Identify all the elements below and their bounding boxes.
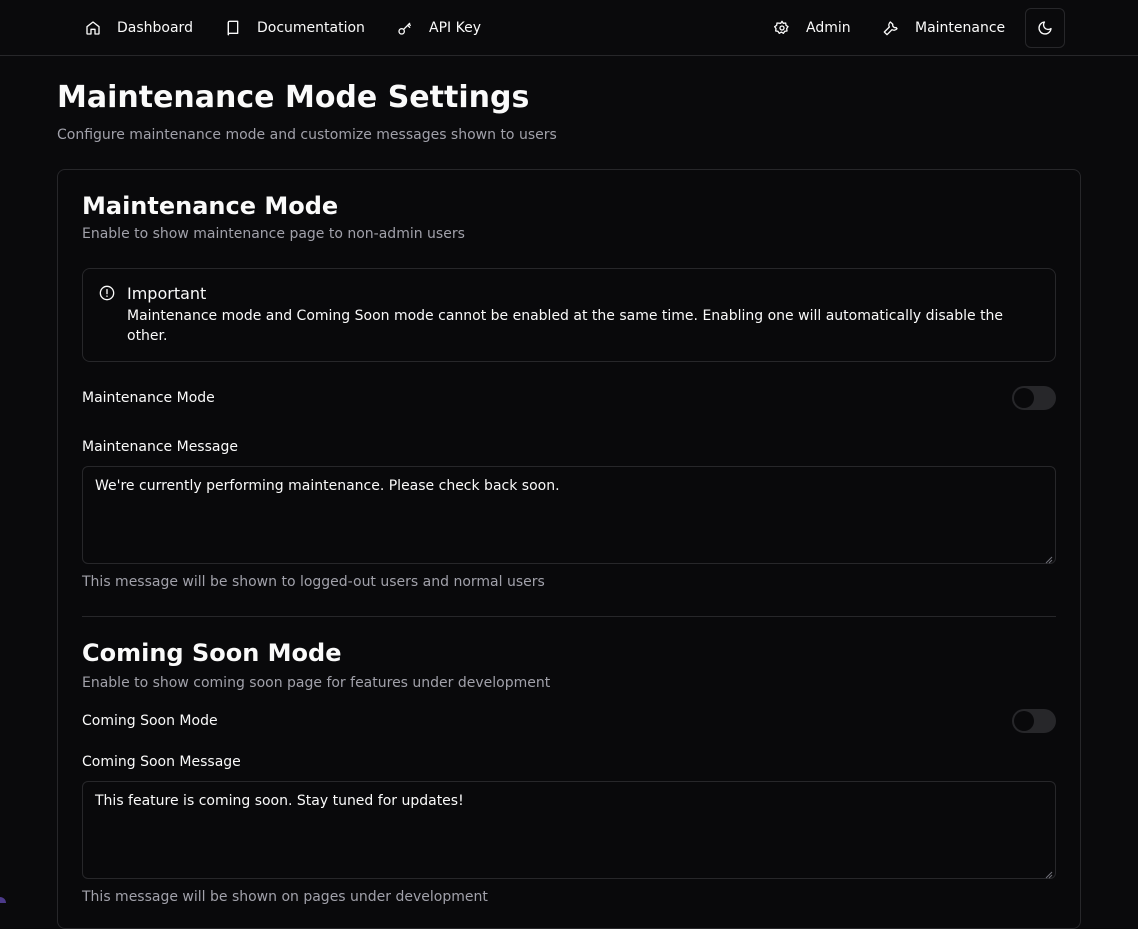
maintenance-section-subtitle: Enable to show maintenance page to non-a…: [82, 226, 465, 242]
important-alert: Important Maintenance mode and Coming So…: [82, 268, 1056, 362]
gear-icon: [774, 20, 790, 36]
moon-icon: [1037, 20, 1053, 36]
alert-description: Maintenance mode and Coming Soon mode ca…: [127, 308, 1004, 344]
maintenance-mode-label: Maintenance Mode: [82, 390, 215, 406]
theme-toggle-button[interactable]: [1025, 8, 1065, 48]
coming-soon-message-help: This message will be shown on pages unde…: [82, 889, 488, 905]
maintenance-mode-switch[interactable]: [1012, 386, 1056, 410]
coming-soon-message-textarea[interactable]: This feature is coming soon. Stay tuned …: [82, 781, 1056, 879]
top-navigation: Dashboard Documentation API Key Admin Ma…: [0, 0, 1138, 56]
resize-grip-icon[interactable]: [1043, 551, 1053, 564]
nav-admin-label: Admin: [806, 20, 851, 36]
key-icon: [397, 20, 413, 36]
nav-maintenance[interactable]: Maintenance: [883, 0, 1005, 56]
maintenance-message-help: This message will be shown to logged-out…: [82, 574, 545, 590]
nav-maintenance-label: Maintenance: [915, 20, 1006, 36]
switch-knob: [1014, 711, 1034, 731]
home-icon: [85, 20, 101, 36]
section-divider: [82, 616, 1056, 617]
coming-soon-message-label: Coming Soon Message: [82, 754, 241, 770]
book-icon: [225, 20, 241, 36]
nav-dashboard[interactable]: Dashboard: [85, 0, 193, 56]
nav-admin[interactable]: Admin: [774, 0, 851, 56]
maintenance-section-title: Maintenance Mode: [82, 192, 339, 220]
alert-title: Important: [127, 284, 207, 303]
maintenance-message-value: We're currently performing maintenance. …: [95, 478, 560, 494]
coming-soon-message-value: This feature is coming soon. Stay tuned …: [95, 793, 464, 809]
nav-dashboard-label: Dashboard: [117, 20, 193, 36]
page-title: Maintenance Mode Settings: [57, 80, 530, 115]
nav-api-key-label: API Key: [429, 20, 481, 36]
alert-circle-icon: [99, 285, 115, 301]
coming-soon-section-title: Coming Soon Mode: [82, 639, 342, 667]
maintenance-message-label: Maintenance Message: [82, 439, 238, 455]
page-subtitle: Configure maintenance mode and customize…: [57, 127, 557, 143]
coming-soon-section-subtitle: Enable to show coming soon page for feat…: [82, 675, 551, 691]
corner-decoration: [0, 897, 6, 903]
coming-soon-mode-switch[interactable]: [1012, 709, 1056, 733]
coming-soon-mode-label: Coming Soon Mode: [82, 713, 218, 729]
wrench-icon: [883, 20, 899, 36]
resize-grip-icon[interactable]: [1043, 866, 1053, 879]
nav-api-key[interactable]: API Key: [397, 0, 481, 56]
maintenance-message-textarea[interactable]: We're currently performing maintenance. …: [82, 466, 1056, 564]
nav-documentation[interactable]: Documentation: [225, 0, 365, 56]
switch-knob: [1014, 388, 1034, 408]
nav-documentation-label: Documentation: [257, 20, 365, 36]
